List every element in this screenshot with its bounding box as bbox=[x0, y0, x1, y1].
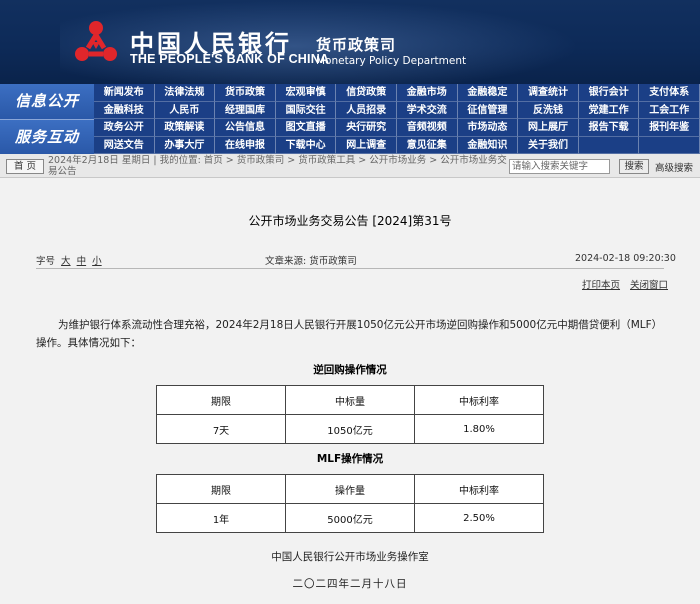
nav-item[interactable]: 政务公开 bbox=[94, 119, 155, 137]
site-banner: 中国人民银行 THE PEOPLE'S BANK OF CHINA 货币政策司 … bbox=[0, 0, 700, 84]
nav-item[interactable]: 金融市场 bbox=[396, 84, 458, 102]
dept-name-en: Monetary Policy Department bbox=[316, 55, 467, 67]
nav-item[interactable]: 网送文告 bbox=[94, 136, 155, 154]
nav-section-service: 服务互动 bbox=[0, 119, 94, 154]
nav-item[interactable]: 金融科技 bbox=[94, 101, 155, 119]
nav-item[interactable]: 宏观审慎 bbox=[275, 84, 337, 102]
main-nav: 信息公开 服务互动 新闻发布 法律法规 货币政策 宏观审慎 信贷政策 金融市场 金融稳定 调查… bbox=[0, 84, 700, 154]
divider bbox=[36, 268, 664, 269]
font-size-small-link[interactable]: 小 bbox=[92, 256, 102, 267]
nav-section-info: 信息公开 bbox=[0, 84, 94, 119]
nav-item[interactable]: 反洗钱 bbox=[518, 101, 579, 119]
nav-item[interactable]: 人员招录 bbox=[336, 101, 397, 119]
nav-item[interactable]: 经理国库 bbox=[215, 101, 276, 119]
table-cell: 1050亿元 bbox=[285, 414, 415, 444]
table-header-cell: 操作量 bbox=[285, 474, 415, 504]
nav-item[interactable]: 关于我们 bbox=[518, 136, 579, 154]
article-source: 文章来源: 货币政策司 bbox=[265, 256, 357, 267]
nav-item[interactable]: 银行会计 bbox=[578, 84, 640, 102]
signature-date: 二〇二四年二月十八日 bbox=[292, 578, 408, 590]
table-header-cell: 中标利率 bbox=[414, 474, 544, 504]
table-cell: 1年 bbox=[156, 503, 286, 533]
nav-item[interactable]: 报刊年鉴 bbox=[639, 119, 700, 137]
close-window-link[interactable]: 关闭窗口 bbox=[630, 277, 668, 291]
nav-item[interactable]: 支付体系 bbox=[639, 84, 700, 102]
nav-item[interactable]: 网上展厅 bbox=[518, 119, 579, 137]
article-intro: 为维护银行体系流动性合理充裕，2024年2月18日人民银行开展1050亿元公开市… bbox=[36, 319, 663, 349]
nav-item[interactable]: 调查统计 bbox=[518, 84, 579, 102]
nav-item bbox=[639, 136, 700, 154]
mlf-heading: MLF操作情况 bbox=[316, 453, 384, 465]
nav-item[interactable]: 市场动态 bbox=[457, 119, 519, 137]
breadcrumb: 2024年2月18日 星期日 | 我的位置: 首页 > 货币政策司 > 货币政策… bbox=[48, 155, 507, 177]
pboc-logo-icon bbox=[75, 21, 117, 61]
nav-item[interactable]: 金融稳定 bbox=[457, 84, 519, 102]
signature-org: 中国人民银行公开市场业务操作室 bbox=[271, 551, 429, 563]
nav-item[interactable]: 国际交往 bbox=[275, 101, 337, 119]
font-size-medium-link[interactable]: 中 bbox=[77, 256, 87, 267]
font-size-label: 字号 bbox=[36, 256, 56, 267]
nav-item[interactable]: 政策解读 bbox=[154, 119, 216, 137]
nav-item[interactable]: 金融知识 bbox=[457, 136, 519, 154]
print-page-link[interactable]: 打印本页 bbox=[582, 277, 620, 291]
mlf-table: 期限 操作量 中标利率 1年 5000亿元 2.50% bbox=[156, 474, 544, 533]
nav-item[interactable]: 学术交流 bbox=[396, 101, 458, 119]
table-header-cell: 中标利率 bbox=[414, 385, 544, 415]
nav-item[interactable]: 音频视频 bbox=[396, 119, 458, 137]
nav-item[interactable]: 信贷政策 bbox=[336, 84, 397, 102]
article-datetime: 2024-02-18 09:20:30 bbox=[575, 253, 676, 264]
nav-item bbox=[578, 136, 640, 154]
nav-item[interactable]: 公告信息 bbox=[215, 119, 276, 137]
nav-item[interactable]: 货币政策 bbox=[215, 84, 276, 102]
reverse-repo-heading: 逆回购操作情况 bbox=[313, 364, 387, 376]
table-cell: 7天 bbox=[156, 414, 286, 444]
nav-item[interactable]: 在线申报 bbox=[215, 136, 276, 154]
table-header-row: 期限 中标量 中标利率 bbox=[156, 385, 544, 415]
nav-item[interactable]: 下载中心 bbox=[275, 136, 337, 154]
table-row: 7天 1050亿元 1.80% bbox=[156, 414, 544, 444]
article-content: 公开市场业务交易公告 [2024]第31号 字号 大 中 小 文章来源: 货币政… bbox=[0, 178, 700, 604]
reverse-repo-table: 期限 中标量 中标利率 7天 1050亿元 1.80% bbox=[156, 385, 544, 444]
search-button[interactable]: 搜索 bbox=[619, 159, 649, 174]
table-header-cell: 中标量 bbox=[285, 385, 415, 415]
table-header-cell: 期限 bbox=[156, 385, 286, 415]
table-cell: 2.50% bbox=[414, 503, 544, 533]
article-title: 公开市场业务交易公告 [2024]第31号 bbox=[248, 214, 452, 228]
table-header-cell: 期限 bbox=[156, 474, 286, 504]
table-cell: 5000亿元 bbox=[285, 503, 415, 533]
nav-item[interactable]: 办事大厅 bbox=[154, 136, 216, 154]
nav-grid: 新闻发布 法律法规 货币政策 宏观审慎 信贷政策 金融市场 金融稳定 调查统计 银行会计 支付体系… bbox=[94, 84, 700, 154]
font-size-controls: 字号 大 中 小 bbox=[36, 253, 102, 267]
table-row: 1年 5000亿元 2.50% bbox=[156, 503, 544, 533]
nav-item[interactable]: 法律法规 bbox=[154, 84, 216, 102]
nav-item[interactable]: 图文直播 bbox=[275, 119, 337, 137]
bank-name-en: THE PEOPLE'S BANK OF CHINA bbox=[130, 52, 330, 66]
home-button[interactable]: 首 页 bbox=[6, 159, 44, 174]
nav-item[interactable]: 央行研究 bbox=[336, 119, 397, 137]
advanced-search-link[interactable]: 高级搜索 bbox=[655, 160, 693, 174]
nav-item[interactable]: 报告下载 bbox=[578, 119, 640, 137]
nav-item[interactable]: 人民币 bbox=[154, 101, 216, 119]
nav-item[interactable]: 党建工作 bbox=[578, 101, 640, 119]
table-header-row: 期限 操作量 中标利率 bbox=[156, 474, 544, 504]
table-cell: 1.80% bbox=[414, 414, 544, 444]
nav-item[interactable]: 征信管理 bbox=[457, 101, 519, 119]
nav-item[interactable]: 网上调查 bbox=[336, 136, 397, 154]
search-input[interactable]: 请输入搜索关键字 bbox=[509, 159, 610, 174]
nav-item[interactable]: 新闻发布 bbox=[94, 84, 155, 102]
dept-name-cn: 货币政策司 bbox=[316, 36, 397, 54]
breadcrumb-bar: 首 页 2024年2月18日 星期日 | 我的位置: 首页 > 货币政策司 > … bbox=[0, 154, 700, 178]
font-size-large-link[interactable]: 大 bbox=[61, 256, 71, 267]
nav-item[interactable]: 意见征集 bbox=[396, 136, 458, 154]
nav-item[interactable]: 工会工作 bbox=[639, 101, 700, 119]
